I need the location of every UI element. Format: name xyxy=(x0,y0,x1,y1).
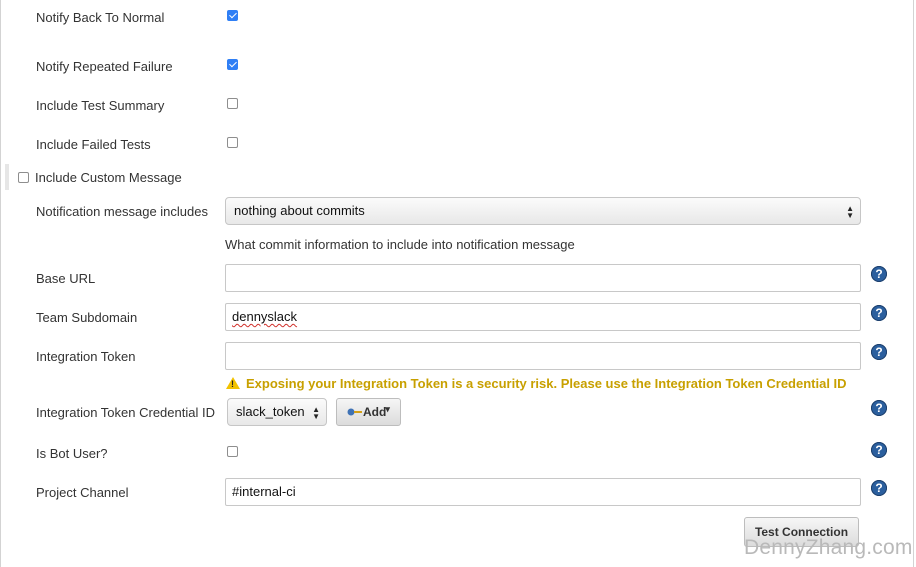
notification-includes-select[interactable]: nothing about commits ▲ ▼ xyxy=(225,197,861,225)
help-icon[interactable]: ? xyxy=(871,266,887,282)
is-bot-user-label: Is Bot User? xyxy=(36,446,108,461)
notify-back-to-normal-label: Notify Back To Normal xyxy=(36,10,165,25)
notify-repeated-failure-label: Notify Repeated Failure xyxy=(36,59,173,74)
integration-token-label: Integration Token xyxy=(36,349,136,364)
team-subdomain-input[interactable]: dennyslack xyxy=(225,303,861,331)
dropdown-indicator-icon: ▾ xyxy=(385,404,390,414)
project-channel-input[interactable]: #internal-ci xyxy=(225,478,861,506)
token-warning: Exposing your Integration Token is a sec… xyxy=(226,376,847,391)
section-indicator xyxy=(5,164,9,190)
help-icon[interactable]: ? xyxy=(871,480,887,496)
credential-id-select[interactable]: slack_token ▲ ▼ xyxy=(227,398,327,426)
notify-repeated-failure-checkbox[interactable] xyxy=(227,59,238,70)
integration-token-input[interactable] xyxy=(225,342,861,370)
include-failed-tests-checkbox[interactable] xyxy=(227,137,238,148)
team-subdomain-value: dennyslack xyxy=(232,309,298,324)
notify-back-to-normal-checkbox[interactable] xyxy=(227,10,238,21)
watermark: DennyZhang.com xyxy=(744,536,913,559)
credential-id-value: slack_token xyxy=(236,404,305,419)
include-test-summary-label: Include Test Summary xyxy=(36,98,165,113)
credential-id-label: Integration Token Credential ID xyxy=(36,405,215,420)
base-url-label: Base URL xyxy=(36,271,96,286)
team-subdomain-label: Team Subdomain xyxy=(36,310,138,325)
is-bot-user-checkbox[interactable] xyxy=(227,446,238,457)
base-url-input[interactable] xyxy=(225,264,861,292)
project-channel-label: Project Channel xyxy=(36,485,129,500)
include-failed-tests-label: Include Failed Tests xyxy=(36,137,151,152)
include-custom-message-label: Include Custom Message xyxy=(35,170,182,185)
include-test-summary-checkbox[interactable] xyxy=(227,98,238,109)
warning-icon xyxy=(226,377,240,389)
include-custom-message-checkbox[interactable] xyxy=(18,172,29,183)
help-icon[interactable]: ? xyxy=(871,305,887,321)
add-credential-label: Add xyxy=(363,405,387,419)
notification-includes-label: Notification message includes xyxy=(36,204,208,219)
select-arrows-icon: ▲ ▼ xyxy=(312,405,320,421)
token-warning-text: Exposing your Integration Token is a sec… xyxy=(246,376,847,391)
help-icon[interactable]: ? xyxy=(871,344,887,360)
select-arrows-icon: ▲ ▼ xyxy=(846,204,854,220)
key-icon xyxy=(347,408,362,416)
notification-includes-value: nothing about commits xyxy=(234,203,365,218)
help-icon[interactable]: ? xyxy=(871,442,887,458)
notification-includes-description: What commit information to include into … xyxy=(225,237,575,252)
add-credential-button[interactable]: Add▾ xyxy=(336,398,401,426)
help-icon[interactable]: ? xyxy=(871,400,887,416)
